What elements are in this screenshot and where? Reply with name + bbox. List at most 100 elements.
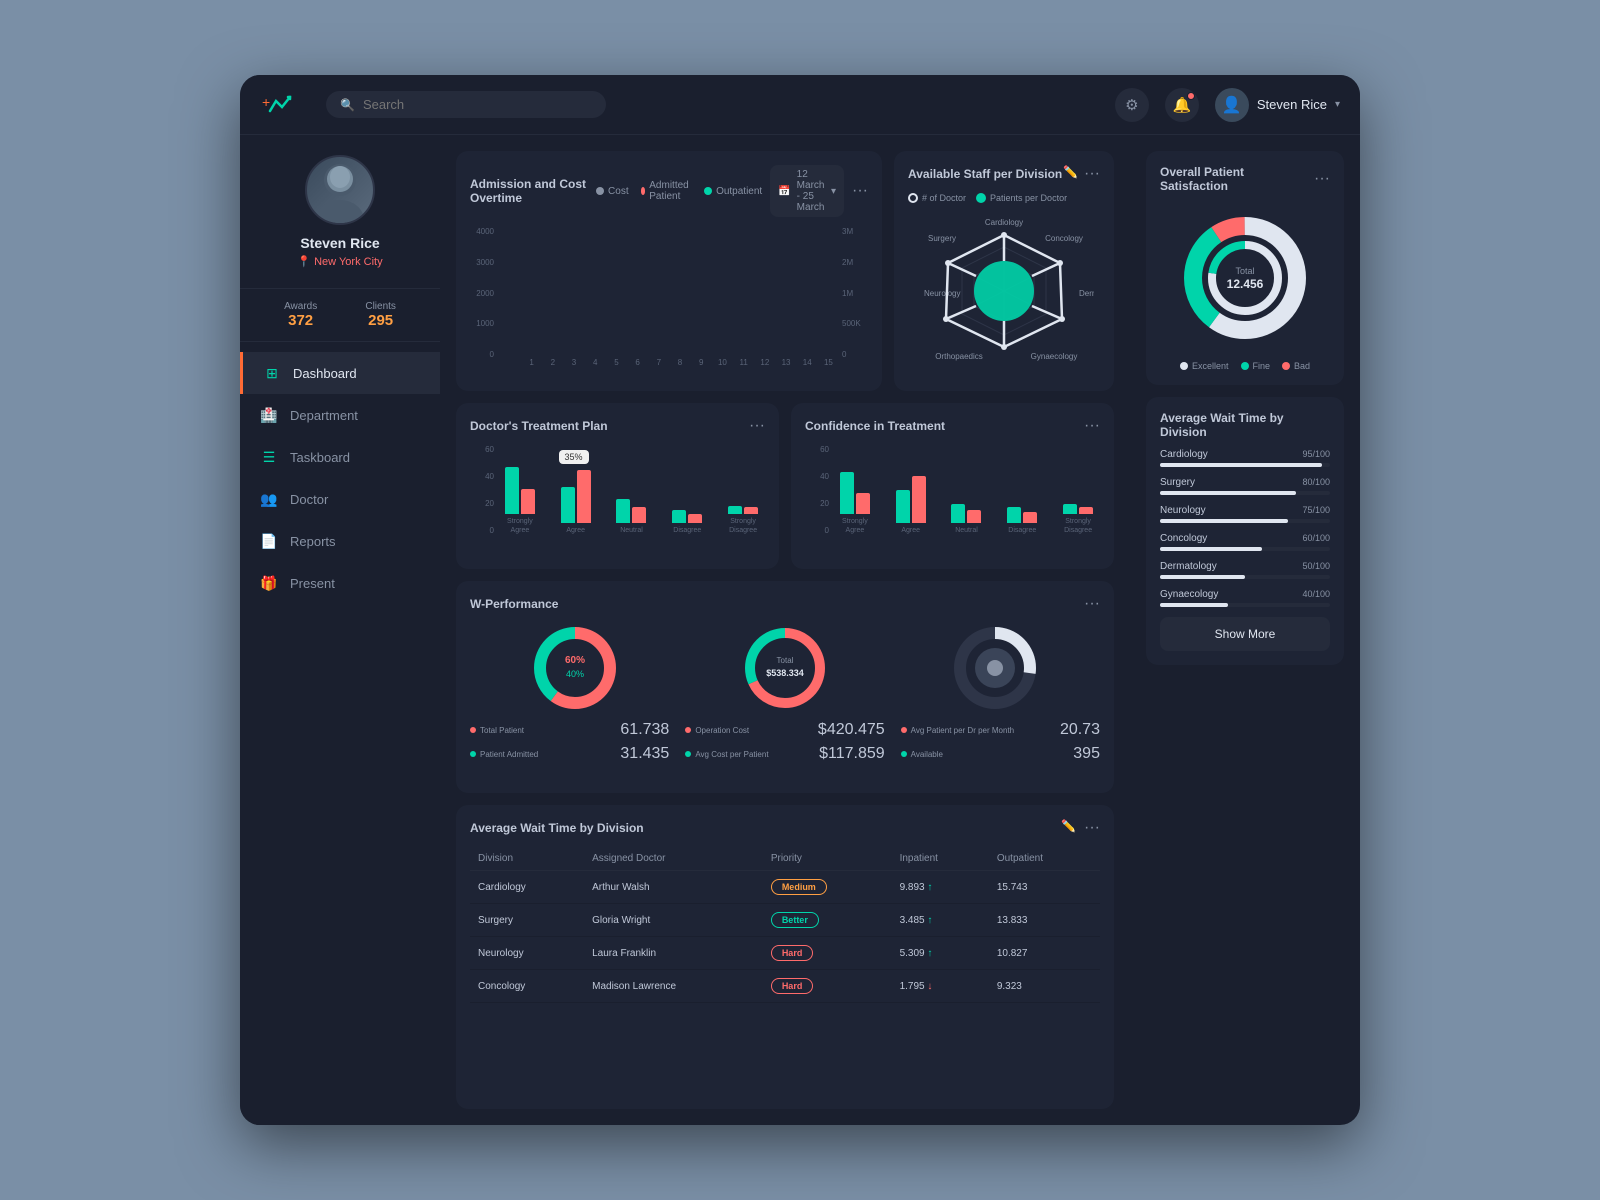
main-layout: Steven Rice 📍 New York City Awards 372 C… [240,135,1360,1125]
bar-group-15: 15 [819,357,838,367]
settings-button[interactable]: ⚙ [1115,88,1149,122]
division-bar-dermatology: Dermatology 50/100 [1160,561,1330,579]
doctor-count-dot [908,193,918,203]
donut1-container: 60% 40% [530,623,620,713]
wait-time-header: Average Wait Time by Division [1160,411,1330,439]
svg-text:60%: 60% [565,655,585,666]
sidebar-item-taskboard[interactable]: ☰ Taskboard [240,436,440,478]
division-bar-cardiology: Cardiology 95/100 [1160,449,1330,467]
stats-row: Awards 372 Clients 295 [240,289,440,342]
show-more-button[interactable]: Show More [1160,617,1330,651]
wait-time-table: Division Assigned Doctor Priority Inpati… [470,847,1100,1003]
bars-area: 1 2 3 4 5 [498,227,838,367]
treatment-chart: 60 40 20 0 35% [470,445,765,555]
bar-group-3: 3 [564,357,583,367]
svg-text:+: + [262,94,270,110]
location-icon: 📍 [297,255,311,268]
svg-text:$538.334: $538.334 [766,668,804,678]
wperf-stats: Total Patient 61.738 Operation Cost $420… [470,721,1100,763]
profile-name: Steven Rice [300,235,379,251]
search-input[interactable] [363,97,592,112]
user-info[interactable]: 👤 Steven Rice ▾ [1215,88,1340,122]
bar-group-9: 9 [692,357,711,367]
division-bars: Cardiology 95/100 Surgery 80/100 Neurolo… [1160,449,1330,607]
profile-section: Steven Rice 📍 New York City [240,155,440,289]
svg-text:Cardiology: Cardiology [985,218,1023,227]
satisfaction-title: Overall Patient Satisfaction [1160,165,1314,193]
bar-group-2: 2 [543,357,562,367]
satisfaction-menu[interactable]: ··· [1314,170,1330,188]
awards-stat: Awards 372 [284,301,317,329]
content-area: Admission and Cost Overtime Cost [440,135,1360,1125]
wperf-menu[interactable]: ··· [1084,595,1100,613]
sidebar-item-present[interactable]: 🎁 Present [240,562,440,604]
calendar-icon: 📅 [778,186,790,197]
wperf-header: W-Performance ··· [470,595,1100,613]
legend-outpatient: Outpatient [704,186,762,197]
table-row: Concology Madison Lawrence Hard 1.795 ↓ … [470,970,1100,1003]
division-bar-neurology: Neurology 75/100 [1160,505,1330,523]
bar-group-neutral: Neutral [610,438,654,535]
search-bar[interactable]: 🔍 [326,91,606,118]
main-content: Admission and Cost Overtime Cost [440,135,1130,1125]
satisfaction-header: Overall Patient Satisfaction ··· [1160,165,1330,193]
notifications-button[interactable]: 🔔 [1165,88,1199,122]
svg-text:40%: 40% [566,669,584,679]
right-panel: Overall Patient Satisfaction ··· [1130,135,1360,1125]
col-division: Division [470,847,584,871]
patients-per-doc-dot [976,193,986,203]
dashboard-icon: ⊞ [263,364,281,382]
stat-available: Available 395 [901,745,1100,763]
search-icon: 🔍 [340,98,355,112]
sidebar-item-doctor[interactable]: 👥 Doctor [240,478,440,520]
stat-avg-cost: Avg Cost per Patient $117.859 [685,745,884,763]
bar-group-14: 14 [798,357,817,367]
avatar: 👤 [1215,88,1249,122]
nav-items: ⊞ Dashboard 🏥 Department ☰ Taskboard 👥 D… [240,342,440,1105]
admission-menu[interactable]: ··· [852,182,868,200]
admission-card-title: Admission and Cost Overtime [470,177,596,205]
sidebar-item-dashboard[interactable]: ⊞ Dashboard [240,352,440,394]
table-row: Neurology Laura Franklin Hard 5.309 ↑ 10… [470,937,1100,970]
admission-chart: 4000 3000 2000 1000 0 1 [470,227,868,377]
edit-icon[interactable]: ✏️ [1063,165,1078,183]
admission-card-header: Admission and Cost Overtime Cost [470,165,868,217]
wait-time-title: Average Wait Time by Division [1160,411,1330,439]
sidebar-item-department[interactable]: 🏥 Department [240,394,440,436]
division-bar-concology: Concology 60/100 [1160,533,1330,551]
bar-group-strongly-agree: StronglyAgree [498,429,542,535]
top-row: Admission and Cost Overtime Cost [456,151,1114,391]
doctor-icon: 👥 [260,490,278,508]
sidebar-item-reports[interactable]: 📄 Reports [240,520,440,562]
admitted-dot [641,187,646,195]
treatment-card: Doctor's Treatment Plan ··· 60 40 20 0 [456,403,779,569]
col-outpatient: Outpatient [989,847,1100,871]
table-menu[interactable]: ··· [1084,819,1100,837]
logo: + [260,87,296,123]
svg-text:Concology: Concology [1045,234,1083,243]
division-bar-gynaecology: Gynaecology 40/100 [1160,589,1330,607]
bar-group-11: 11 [734,357,753,367]
staff-menu[interactable]: ··· [1084,165,1100,183]
confidence-chart: 60 40 20 0 Str [805,445,1100,555]
table-title: Average Wait Time by Division [470,821,644,835]
svg-text:Total: Total [777,656,794,665]
bar-group-5: 5 [607,357,626,367]
bar-group-disagree: Disagree [665,438,709,535]
donut3-container [950,623,1040,713]
bar-group-13: 13 [776,357,795,367]
table-header: Average Wait Time by Division ✏️ ··· [470,819,1100,837]
big-donut: Total 12.456 [1160,203,1330,353]
svg-text:12.456: 12.456 [1227,277,1264,291]
admission-card: Admission and Cost Overtime Cost [456,151,882,391]
svg-text:Total: Total [1235,266,1254,276]
confidence-card: Confidence in Treatment ··· 60 40 20 0 [791,403,1114,569]
user-name-label: Steven Rice [1257,97,1327,112]
cost-dot [596,187,604,195]
bar-group-6: 6 [628,357,647,367]
bar-group-10: 10 [713,357,732,367]
table-edit-icon[interactable]: ✏️ [1061,819,1076,837]
date-filter[interactable]: 📅 12 March - 25 March ▾ [770,165,844,217]
svg-text:Surgery: Surgery [928,234,956,243]
legend-cost: Cost [596,186,629,197]
